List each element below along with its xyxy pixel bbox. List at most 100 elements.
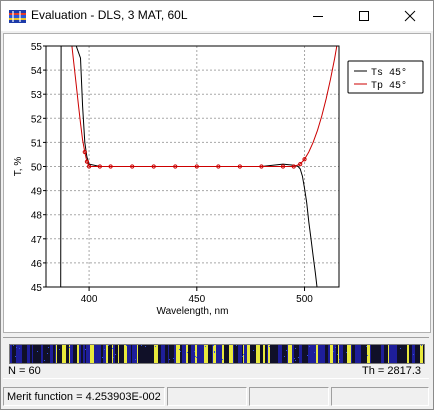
layer-stripe bbox=[53, 345, 55, 363]
layer-stripe bbox=[138, 345, 139, 363]
layer-stripe bbox=[85, 345, 86, 363]
layer-stripe bbox=[323, 345, 325, 363]
layer-stripe bbox=[270, 345, 274, 363]
layer-texture-dot bbox=[69, 347, 70, 348]
layer-texture-dot bbox=[222, 359, 223, 360]
y-tick-label: 54 bbox=[31, 66, 43, 77]
layer-structure-bar[interactable] bbox=[9, 344, 425, 364]
layer-stripe bbox=[170, 345, 171, 363]
y-tick-label: 55 bbox=[31, 42, 43, 53]
layer-texture-dot bbox=[115, 354, 116, 355]
layer-stripe bbox=[265, 345, 267, 363]
layer-stripe bbox=[409, 345, 412, 363]
layer-stripe bbox=[102, 345, 103, 363]
layer-stripe bbox=[20, 345, 22, 363]
minimize-button[interactable] bbox=[295, 1, 341, 31]
layer-texture-dot bbox=[155, 346, 156, 347]
layer-stripe bbox=[79, 345, 81, 363]
plot-panel[interactable]: 45 46 47 48 49 50 51 52 53 54 55 400 450 500 Wavelengt… bbox=[3, 33, 431, 333]
layer-stripe bbox=[235, 345, 238, 363]
title-bar[interactable]: Evaluation - DLS, 3 MAT, 60L bbox=[1, 1, 433, 31]
layer-texture-dot bbox=[145, 346, 146, 347]
layer-texture-dot bbox=[187, 352, 188, 353]
layer-stripe bbox=[292, 345, 294, 363]
layer-stripe bbox=[338, 345, 339, 363]
layer-stripe bbox=[364, 345, 365, 363]
layer-stripe bbox=[276, 345, 278, 363]
layer-texture-dot bbox=[214, 352, 215, 353]
layer-texture-dot bbox=[47, 353, 48, 354]
layer-stripe bbox=[141, 345, 143, 363]
layer-texture-dot bbox=[173, 358, 174, 359]
layer-texture-dot bbox=[214, 351, 215, 352]
client-area: 45 46 47 48 49 50 51 52 53 54 55 400 450 500 Wavelengt… bbox=[1, 31, 433, 409]
layer-texture-dot bbox=[335, 347, 336, 348]
close-icon bbox=[404, 10, 416, 22]
layer-stripe bbox=[318, 345, 319, 363]
layer-stripe bbox=[154, 345, 158, 363]
layer-stripe bbox=[127, 345, 130, 363]
layer-stripe bbox=[130, 345, 131, 363]
layer-texture-dot bbox=[126, 345, 127, 346]
layer-stripe bbox=[208, 345, 212, 363]
layer-stripe bbox=[370, 345, 371, 363]
layer-stripe bbox=[103, 345, 106, 363]
layer-texture-dot bbox=[298, 357, 299, 358]
layer-stripe bbox=[343, 345, 347, 363]
layer-stripe bbox=[123, 345, 124, 363]
layer-stripe bbox=[260, 345, 261, 363]
layer-stripe bbox=[81, 345, 83, 363]
layer-stripe bbox=[168, 345, 169, 363]
layer-stripe bbox=[284, 345, 287, 363]
status-panel-4 bbox=[331, 387, 429, 406]
legend-label-2: Tp 45° bbox=[371, 80, 407, 92]
layer-stripe bbox=[158, 345, 161, 363]
layer-stripe bbox=[143, 345, 147, 363]
layer-stripe bbox=[308, 345, 312, 363]
merit-function-status: Merit function = 4.253903E-002 bbox=[3, 387, 165, 406]
layer-stripe bbox=[195, 345, 197, 363]
layer-stripe bbox=[361, 345, 364, 363]
layer-stripe bbox=[371, 345, 374, 363]
layer-stripe bbox=[204, 345, 208, 363]
layer-texture-dot bbox=[104, 349, 105, 350]
layer-texture-dot bbox=[113, 357, 114, 358]
layer-stripe bbox=[355, 345, 357, 363]
layer-stripe bbox=[212, 345, 213, 363]
legend: Ts 45°Tp 45° bbox=[347, 60, 424, 94]
layer-stripe bbox=[415, 345, 416, 363]
layer-stripe bbox=[312, 345, 316, 363]
layer-texture-dot bbox=[194, 351, 195, 352]
layer-texture-dot bbox=[242, 356, 243, 357]
y-tick-label: 51 bbox=[31, 138, 43, 149]
status-bar: Merit function = 4.253903E-002 bbox=[1, 384, 433, 409]
x-tick-label: 450 bbox=[188, 294, 205, 305]
layer-stripe bbox=[420, 345, 423, 363]
layer-stripe bbox=[124, 345, 127, 363]
transmittance-chart[interactable]: 45 46 47 48 49 50 51 52 53 54 55 400 450 500 Wavelengt… bbox=[4, 34, 430, 332]
layer-stripe bbox=[281, 345, 282, 363]
maximize-button[interactable] bbox=[341, 1, 387, 31]
layer-stripe bbox=[73, 345, 77, 363]
layer-stripe bbox=[352, 345, 354, 363]
layer-stripe bbox=[388, 345, 389, 363]
layer-stripe bbox=[218, 345, 222, 363]
layer-stripe bbox=[90, 345, 94, 363]
y-tick-label: 53 bbox=[31, 90, 43, 101]
layer-stripe bbox=[374, 345, 375, 363]
layer-texture-dot bbox=[179, 349, 180, 350]
layer-stripe bbox=[41, 345, 43, 363]
layer-stripe bbox=[133, 345, 137, 363]
layer-stripe bbox=[186, 345, 188, 363]
layer-stripe bbox=[380, 345, 381, 363]
layer-stripe bbox=[418, 345, 420, 363]
layer-texture-dot bbox=[112, 348, 113, 349]
layer-stripe bbox=[242, 345, 243, 363]
y-tick-label: 46 bbox=[31, 259, 43, 270]
layer-stripe bbox=[32, 345, 33, 363]
close-button[interactable] bbox=[387, 1, 433, 31]
layer-stripe bbox=[407, 345, 409, 363]
layer-stripe bbox=[354, 345, 355, 363]
layer-stripe bbox=[57, 345, 59, 363]
layer-texture-dot bbox=[59, 349, 60, 350]
